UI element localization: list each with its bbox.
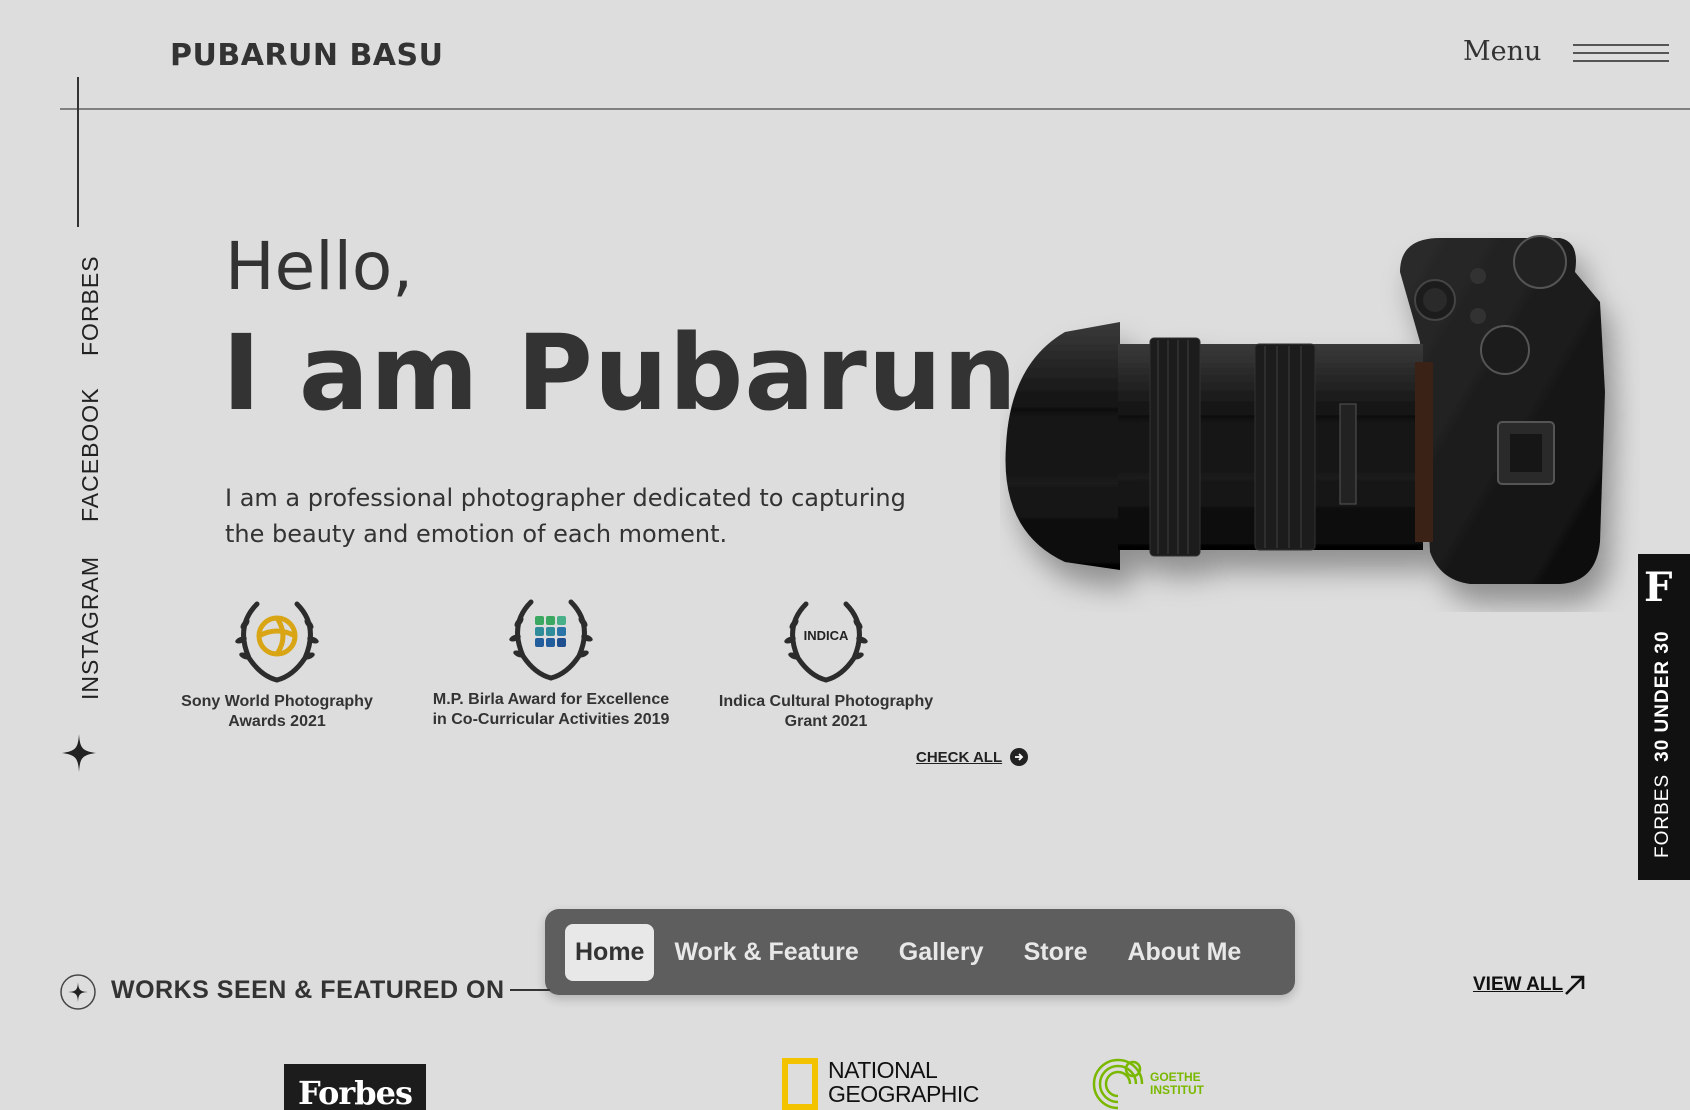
camera-image bbox=[1005, 235, 1605, 584]
award-sony: Sony World Photography Awards 2021 bbox=[157, 596, 397, 732]
birla-emblem-icon bbox=[535, 616, 566, 647]
arrow-right-circle-icon bbox=[1010, 748, 1029, 766]
hero-intro: I am a professional photographer dedicat… bbox=[225, 484, 906, 548]
goethe-spiral-icon bbox=[1092, 1058, 1144, 1110]
award-caption: M.P. Birla Award for Excellence in Co-Cu… bbox=[432, 691, 670, 728]
main-nav: Home Work & Feature Gallery Store About … bbox=[545, 909, 1295, 995]
goethe-institut-logo: GOETHE INSTITUT bbox=[1092, 1058, 1204, 1110]
header-divider bbox=[60, 108, 1690, 110]
natgeo-frame-icon bbox=[782, 1058, 818, 1110]
check-all-label: CHECK ALL bbox=[916, 748, 1003, 766]
forbes-30-under-30-badge[interactable]: F FORBES30 UNDER 30 bbox=[1638, 554, 1690, 880]
sparkle-icon bbox=[62, 734, 96, 772]
natgeo-line2: GEOGRAPHIC bbox=[828, 1081, 979, 1107]
arrow-up-right-icon bbox=[1565, 975, 1585, 995]
laurel-wreath-icon bbox=[509, 599, 593, 681]
indica-emblem-icon: INDICA bbox=[804, 628, 849, 643]
featured-divider bbox=[510, 989, 550, 991]
sony-emblem-icon bbox=[256, 615, 298, 657]
sparkle-circle-icon bbox=[60, 974, 96, 1010]
featured-title: WORKS SEEN & FEATURED ON bbox=[111, 976, 505, 1004]
side-divider bbox=[77, 77, 79, 227]
nav-item-about-me[interactable]: About Me bbox=[1107, 924, 1261, 981]
natgeo-line1: NATIONAL bbox=[828, 1057, 938, 1083]
nav-item-work-feature[interactable]: Work & Feature bbox=[654, 924, 878, 981]
social-link-forbes[interactable]: FORBES bbox=[77, 255, 104, 356]
nav-item-gallery[interactable]: Gallery bbox=[879, 924, 1004, 981]
hero-headline: I am Pubarun. bbox=[222, 312, 1059, 434]
goethe-line2: INSTITUT bbox=[1150, 1083, 1204, 1097]
site-brand[interactable]: PUBARUN BASU bbox=[170, 38, 444, 73]
forbes-logo: Forbes bbox=[284, 1064, 426, 1110]
view-all-link[interactable]: VIEW ALL bbox=[1473, 974, 1587, 996]
forbes-badge-text: FORBES30 UNDER 30 bbox=[1652, 630, 1673, 858]
award-caption: Indica Cultural Photography Grant 2021 bbox=[718, 693, 934, 730]
check-all-link[interactable]: CHECK ALL bbox=[916, 748, 1029, 766]
menu-label[interactable]: Menu bbox=[1463, 36, 1541, 67]
view-all-label: VIEW ALL bbox=[1473, 974, 1564, 995]
laurel-wreath-icon: INDICA bbox=[784, 601, 868, 683]
hero-greeting: Hello, bbox=[225, 228, 414, 305]
nav-item-store[interactable]: Store bbox=[1004, 924, 1108, 981]
social-link-facebook[interactable]: FACEBOOK bbox=[77, 387, 104, 522]
award-indica: INDICA Indica Cultural Photography Grant… bbox=[706, 596, 946, 732]
national-geographic-logo: NATIONAL GEOGRAPHIC bbox=[782, 1058, 979, 1110]
nav-item-home[interactable]: Home bbox=[565, 923, 655, 981]
laurel-wreath-icon bbox=[235, 601, 319, 683]
hamburger-menu-icon[interactable] bbox=[1573, 44, 1669, 68]
forbes-f-logo: F bbox=[1644, 564, 1673, 611]
award-caption: Sony World Photography Awards 2021 bbox=[181, 693, 373, 730]
social-link-instagram[interactable]: INSTAGRAM bbox=[77, 556, 104, 700]
award-birla: M.P. Birla Award for Excellence in Co-Cu… bbox=[431, 594, 671, 730]
